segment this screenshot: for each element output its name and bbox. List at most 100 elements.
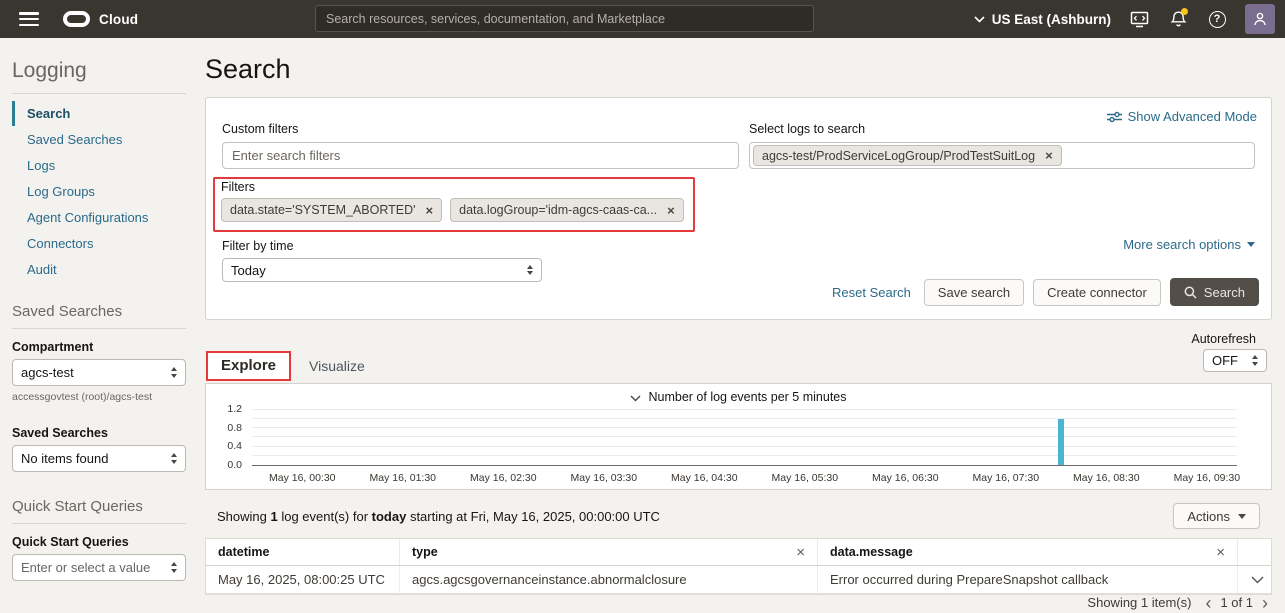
sidebar-item-agent-configurations[interactable]: Agent Configurations <box>12 205 186 230</box>
sliders-icon <box>1107 111 1122 123</box>
compartment-value: agcs-test <box>21 365 74 380</box>
sidebar-title: Logging <box>12 59 186 83</box>
chart-bar[interactable] <box>1058 419 1064 465</box>
stepper-icon <box>527 265 533 276</box>
sidebar-item-audit[interactable]: Audit <box>12 257 186 282</box>
gridline <box>252 409 1237 410</box>
filter-chips: data.state='SYSTEM_ABORTED'× data.logGrou… <box>221 198 684 222</box>
quick-start-label: Quick Start Queries <box>12 535 186 549</box>
oracle-cloud-logo[interactable]: Cloud <box>63 11 138 27</box>
custom-filters-input[interactable] <box>222 142 739 169</box>
tab-visualize[interactable]: Visualize <box>291 352 383 381</box>
region-selector[interactable]: US East (Ashburn) <box>974 12 1111 27</box>
results-tabs: Explore Visualize <box>206 351 383 381</box>
table-body: May 16, 2025, 08:00:25 UTCagcs.agcsgover… <box>206 566 1271 594</box>
stepper-icon <box>171 453 177 464</box>
more-search-options-link[interactable]: More search options <box>1123 237 1255 252</box>
stepper-icon <box>171 367 177 378</box>
sidebar-item-log-groups[interactable]: Log Groups <box>12 179 186 204</box>
column-header-type[interactable]: type × <box>400 539 818 565</box>
log-events-chart: Number of log events per 5 minutes 0.00.… <box>205 383 1272 490</box>
remove-log-icon[interactable]: × <box>1045 148 1053 163</box>
compartment-path: accessgovtest (root)/agcs-test <box>12 391 186 403</box>
page-indicator: 1 of 1 <box>1220 595 1253 610</box>
table-row[interactable]: May 16, 2025, 08:00:25 UTCagcs.agcsgover… <box>206 566 1271 594</box>
reset-search-link[interactable]: Reset Search <box>832 285 911 300</box>
notifications-bell-icon[interactable] <box>1167 8 1189 30</box>
search-button[interactable]: Search <box>1170 278 1259 306</box>
tab-explore[interactable]: Explore <box>206 351 291 381</box>
gridline <box>252 418 1237 419</box>
autorefresh-select[interactable]: OFF <box>1203 349 1267 372</box>
sidebar-nav: SearchSaved SearchesLogsLog GroupsAgent … <box>12 101 186 282</box>
filter-chip-label: data.logGroup='idm-agcs-caas-ca... <box>459 203 657 217</box>
search-icon <box>1184 286 1197 299</box>
x-tick-label: May 16, 01:30 <box>369 472 436 484</box>
y-tick-label: 0.0 <box>227 459 242 471</box>
help-icon[interactable]: ? <box>1206 8 1228 30</box>
topbar-right: US East (Ashburn) ? <box>974 0 1275 38</box>
menu-icon[interactable] <box>19 12 39 26</box>
y-tick-label: 0.4 <box>227 440 242 452</box>
filter-by-time-select[interactable]: Today <box>222 258 542 282</box>
results-table: datetime type × data.message × May 16, 2025,… <box>205 538 1272 595</box>
expand-row-chevron-icon[interactable] <box>1238 566 1271 593</box>
topbar: Cloud US East (Ashburn) ? <box>0 0 1285 38</box>
prev-page-icon[interactable]: ‹ <box>1205 596 1211 610</box>
filter-chip: data.state='SYSTEM_ABORTED'× <box>221 198 442 222</box>
remove-filter-icon[interactable]: × <box>426 203 434 218</box>
column-header-label: type <box>412 545 438 559</box>
filter-chip: data.logGroup='idm-agcs-caas-ca... × <box>450 198 684 222</box>
stepper-icon <box>1252 355 1258 366</box>
column-header-label: datetime <box>218 545 269 559</box>
table-footer: Showing 1 item(s) ‹ 1 of 1 › <box>1087 595 1268 610</box>
actions-button[interactable]: Actions <box>1173 503 1260 529</box>
search-actions-row: Reset Search Save search Create connecto… <box>832 278 1259 306</box>
chart-plot <box>252 403 1237 466</box>
saved-searches-select[interactable]: No items found <box>12 445 186 472</box>
sidebar-item-connectors[interactable]: Connectors <box>12 231 186 256</box>
user-avatar[interactable] <box>1245 4 1275 34</box>
gridline <box>252 436 1237 437</box>
sidebar-item-saved-searches[interactable]: Saved Searches <box>12 127 186 152</box>
select-logs-input[interactable]: agcs-test/ProdServiceLogGroup/ProdTestSu… <box>749 142 1255 169</box>
collapse-chevron-icon <box>630 395 641 402</box>
page-title: Search <box>205 54 291 85</box>
sidebar-item-search[interactable]: Search <box>12 101 186 126</box>
save-search-button[interactable]: Save search <box>924 279 1024 306</box>
result-count: 1 <box>270 509 277 524</box>
sidebar-item-logs[interactable]: Logs <box>12 153 186 178</box>
column-header-datetime[interactable]: datetime <box>206 539 400 565</box>
autorefresh-label: Autorefresh <box>1191 332 1256 346</box>
quick-start-heading: Quick Start Queries <box>12 498 186 515</box>
filters-label: Filters <box>221 180 684 194</box>
table-header-row: datetime type × data.message × <box>206 539 1271 566</box>
compartment-select[interactable]: agcs-test <box>12 359 186 386</box>
column-header-label: data.message <box>830 545 913 559</box>
items-count: Showing 1 item(s) <box>1087 595 1191 610</box>
x-tick-label: May 16, 09:30 <box>1174 472 1241 484</box>
chart-title[interactable]: Number of log events per 5 minutes <box>206 390 1271 404</box>
show-advanced-mode-link[interactable]: Show Advanced Mode <box>1107 109 1257 124</box>
custom-filters-label: Custom filters <box>222 122 739 136</box>
autorefresh-value: OFF <box>1212 353 1238 368</box>
region-label: US East (Ashburn) <box>992 12 1111 27</box>
create-connector-button[interactable]: Create connector <box>1033 279 1161 306</box>
remove-column-icon[interactable]: × <box>1210 544 1231 561</box>
selected-log-chip-label: agcs-test/ProdServiceLogGroup/ProdTestSu… <box>762 149 1035 163</box>
x-tick-label: May 16, 00:30 <box>269 472 336 484</box>
divider <box>12 523 186 524</box>
filter-by-time-value: Today <box>231 263 266 278</box>
chart-y-axis: 0.00.40.81.2 <box>206 403 250 466</box>
remove-filter-icon[interactable]: × <box>667 203 675 218</box>
results-summary: Showing 1 log event(s) for today startin… <box>217 509 660 524</box>
global-search-input[interactable] <box>315 5 814 32</box>
quick-start-select[interactable]: Enter or select a value <box>12 554 186 581</box>
cell-type: agcs.agcsgovernanceinstance.abnormalclos… <box>400 566 818 593</box>
remove-column-icon[interactable]: × <box>790 544 811 561</box>
column-header-data-message[interactable]: data.message × <box>818 539 1238 565</box>
cloud-shell-icon[interactable] <box>1128 8 1150 30</box>
chart-x-axis: May 16, 00:30May 16, 01:30May 16, 02:30M… <box>252 472 1237 487</box>
gridline <box>252 446 1237 447</box>
next-page-icon[interactable]: › <box>1262 596 1268 610</box>
